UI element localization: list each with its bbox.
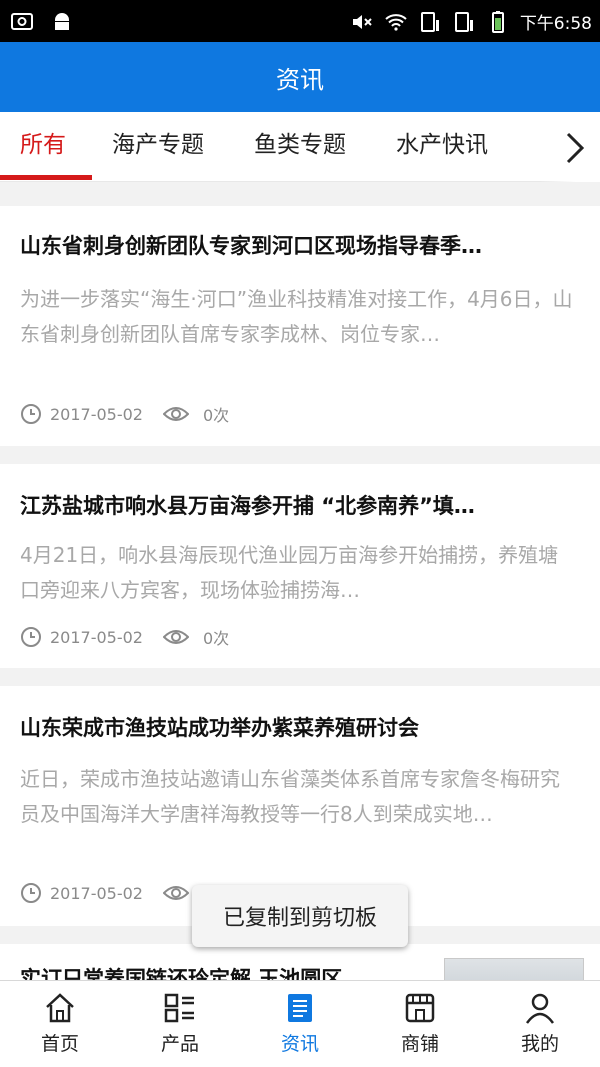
status-bar: 下午6:58 (0, 0, 600, 42)
nav-home[interactable]: 首页 (0, 981, 120, 1067)
article-card[interactable]: 江苏盐城市响水县万亩海参开捕 “北参南养”填… 4月21日，响水县海辰现代渔业园… (0, 464, 600, 668)
clock-icon (21, 883, 41, 903)
screenshot-icon (11, 13, 33, 30)
nav-products-label: 产品 (160, 1033, 199, 1055)
grid-list-icon (164, 993, 194, 1023)
category-tabs: 所有 海产专题 鱼类专题 水产快讯 (0, 112, 600, 182)
wifi-icon (385, 13, 407, 31)
toast-text: 已复制到剪切板 (222, 906, 377, 931)
nav-shop-label: 商铺 (400, 1033, 439, 1055)
eye-icon (162, 630, 189, 644)
eye-icon (162, 407, 189, 421)
tab-aquatic-news[interactable]: 水产快讯 (396, 112, 488, 182)
article-summary: 4月21日，响水县海辰现代渔业园万亩海参开始捕捞，养殖塘口旁迎来八方宾客，现场体… (20, 543, 559, 602)
nav-news[interactable]: 资讯 (240, 981, 360, 1067)
nav-news-label: 资讯 (280, 1033, 319, 1055)
status-time: 下午6:58 (519, 14, 592, 34)
article-date: 2017-05-02 (50, 627, 143, 647)
eye-icon (162, 886, 189, 900)
article-summary: 为进一步落实“海生·河口”渔业科技精准对接工作，4月6日，山东省刺身创新团队首席… (20, 287, 573, 346)
article-views: 0次 (202, 629, 230, 648)
nav-me[interactable]: 我的 (480, 981, 600, 1067)
article-summary: 近日，荣成市渔技站邀请山东省藻类体系首席专家詹冬梅研究员及中国海洋大学唐祥海教授… (20, 767, 560, 826)
clock-icon (21, 404, 41, 424)
mute-icon (352, 14, 372, 29)
article-meta: 2017-05-02 0次 (20, 625, 229, 649)
clock-icon (21, 627, 41, 647)
page-title: 资讯 (276, 65, 324, 94)
article-date: 2017-05-02 (50, 404, 143, 424)
bottom-nav: 首页 产品 资讯 商铺 我的 (0, 980, 600, 1067)
article-card[interactable]: 山东省刺身创新团队专家到河口区现场指导春季… 为进一步落实“海生·河口”渔业科技… (0, 206, 600, 446)
article-title: 山东荣成市渔技站成功举办紫菜养殖研讨会 (20, 716, 419, 740)
shop-icon (405, 993, 435, 1023)
tab-seafood[interactable]: 海产专题 (112, 112, 204, 182)
sim2-signal-icon (454, 11, 473, 32)
article-views: 0次 (202, 406, 230, 425)
nav-products[interactable]: 产品 (120, 981, 240, 1067)
page-header: 资讯 (0, 42, 600, 112)
active-tab-indicator (0, 175, 92, 180)
toast-message: 已复制到剪切板 (192, 885, 408, 947)
article-title: 山东省刺身创新团队专家到河口区现场指导春季… (20, 234, 482, 258)
nav-me-label: 我的 (520, 1033, 559, 1055)
chevron-right-icon[interactable] (562, 130, 588, 166)
android-icon (55, 13, 69, 30)
sim1-signal-icon (420, 11, 439, 32)
news-icon (288, 994, 312, 1022)
tab-fish[interactable]: 鱼类专题 (254, 112, 346, 182)
home-icon (46, 993, 74, 1023)
article-meta: 2017-05-02 (20, 882, 197, 904)
nav-shop[interactable]: 商铺 (360, 981, 480, 1067)
article-title: 江苏盐城市响水县万亩海参开捕 “北参南养”填… (20, 494, 475, 518)
battery-icon (491, 10, 504, 33)
tab-all[interactable]: 所有 (20, 112, 66, 182)
article-meta: 2017-05-02 0次 (20, 402, 229, 426)
user-icon (525, 993, 555, 1024)
nav-home-label: 首页 (40, 1033, 79, 1055)
article-date: 2017-05-02 (50, 883, 143, 903)
